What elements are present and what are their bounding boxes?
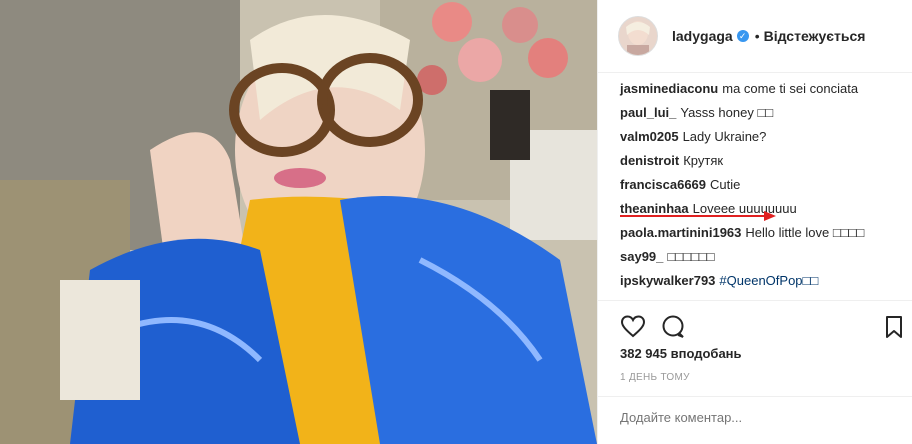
comment-item: say99_ □□□□□□ [620, 248, 715, 266]
avatar[interactable] [618, 16, 658, 56]
post-header: ladygaga ✓ • Відстежується [598, 0, 912, 73]
comment-text: Cutie [710, 177, 741, 192]
comment-username[interactable]: say99_ [620, 249, 663, 264]
post-timestamp[interactable]: 1 ДЕНЬ ТОМУ [620, 372, 690, 383]
divider [598, 300, 912, 301]
follow-status-button[interactable]: Відстежується [764, 28, 866, 44]
separator-dot: • [754, 28, 760, 44]
photo-illustration [0, 0, 597, 444]
post-author-username[interactable]: ladygaga [672, 28, 733, 44]
comment-username[interactable]: valm0205 [620, 129, 679, 144]
post-sidebar: ladygaga ✓ • Відстежується jasminediacon… [597, 0, 912, 444]
comment-text: ma come ti sei conciata [722, 81, 859, 96]
comment-item: francisca6669 Cutie [620, 176, 740, 194]
post-actions [598, 310, 912, 344]
add-comment-input[interactable] [620, 410, 890, 425]
comment-item: jasminediaconu ma come ti sei conciata [620, 80, 858, 98]
divider [598, 396, 912, 397]
comment-username[interactable]: francisca6669 [620, 177, 706, 192]
comment-item: paul_lui_ Yasss honey □□ [620, 104, 773, 122]
comments-list[interactable]: jasminediaconu ma come ti sei conciata pa… [598, 72, 912, 300]
comment-username[interactable]: jasminediaconu [620, 81, 718, 96]
comment-text: Lady Ukraine? [682, 129, 767, 144]
verified-badge-icon: ✓ [736, 30, 749, 42]
bookmark-icon[interactable] [881, 314, 907, 340]
comment-username[interactable]: denistroit [620, 153, 679, 168]
comment-text: Yasss honey □□ [680, 105, 774, 120]
comment-bubble-icon[interactable] [660, 314, 686, 340]
comment-item: paola.martinini1963 Hello little love □□□… [620, 224, 864, 242]
comment-text: Крутяк [683, 153, 724, 168]
avatar-image [619, 17, 657, 55]
comment-username[interactable]: ipskywalker793 [620, 273, 715, 288]
post-photo[interactable] [0, 0, 597, 444]
comment-hashtag-link[interactable]: #QueenOfPop□□ [719, 273, 818, 288]
comment-item: ipskywalker793 #QueenOfPop□□ [620, 272, 818, 290]
comment-item: valm0205 Lady Ukraine? [620, 128, 766, 146]
comment-text: □□□□□□ [667, 249, 715, 264]
likes-count[interactable]: 382 945 вподобань [620, 346, 742, 361]
comment-username[interactable]: paul_lui_ [620, 105, 676, 120]
comment-item: denistroit Крутяк [620, 152, 723, 170]
comment-text: Hello little love □□□□ [745, 225, 865, 240]
red-arrow-annotation [620, 211, 776, 221]
heart-icon[interactable] [620, 314, 646, 340]
comment-username[interactable]: paola.martinini1963 [620, 225, 741, 240]
